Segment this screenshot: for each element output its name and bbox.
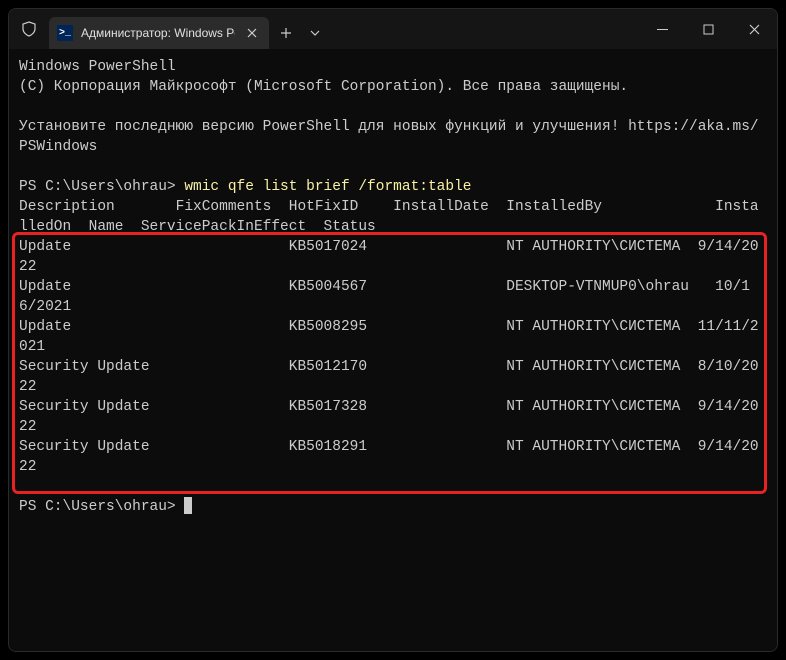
banner-line: Windows PowerShell — [19, 59, 176, 75]
window-controls — [639, 9, 777, 49]
new-tab-button[interactable] — [269, 17, 303, 49]
banner-line: Установите последнюю версию PowerShell д… — [19, 119, 759, 155]
table-row: Security Update KB5018291 NT AUTHORITY\С… — [19, 439, 759, 475]
close-window-button[interactable] — [731, 9, 777, 49]
maximize-button[interactable] — [685, 9, 731, 49]
prompt: PS C:\Users\ohrau> — [19, 179, 184, 195]
terminal-body[interactable]: Windows PowerShell (C) Корпорация Майкро… — [9, 49, 777, 651]
close-tab-button[interactable] — [243, 24, 261, 42]
powershell-icon: >_ — [57, 25, 73, 41]
banner-line: (C) Корпорация Майкрософт (Microsoft Cor… — [19, 79, 628, 95]
titlebar: >_ Администратор: Windows Pc — [9, 9, 777, 49]
table-row: Update KB5017024 NT AUTHORITY\СИСТЕМА 9/… — [19, 239, 759, 275]
terminal-window: >_ Администратор: Windows Pc Windows Pow… — [8, 8, 778, 652]
table-headers: Description FixComments HotFixID Install… — [19, 199, 759, 235]
table-row: Update KB5008295 NT AUTHORITY\СИСТЕМА 11… — [19, 319, 759, 355]
tab-powershell[interactable]: >_ Администратор: Windows Pc — [49, 17, 269, 49]
tab-title: Администратор: Windows Pc — [81, 26, 235, 40]
tab-dropdown-button[interactable] — [303, 17, 327, 49]
admin-shield-icon — [9, 9, 49, 49]
prompt: PS C:\Users\ohrau> — [19, 499, 184, 515]
table-row: Security Update KB5017328 NT AUTHORITY\С… — [19, 399, 759, 435]
cursor — [184, 497, 192, 514]
table-row: Update KB5004567 DESKTOP-VTNMUP0\ohrau 1… — [19, 279, 750, 315]
command-text: wmic qfe list brief /format:table — [184, 179, 471, 195]
table-row: Security Update KB5012170 NT AUTHORITY\С… — [19, 359, 759, 395]
minimize-button[interactable] — [639, 9, 685, 49]
